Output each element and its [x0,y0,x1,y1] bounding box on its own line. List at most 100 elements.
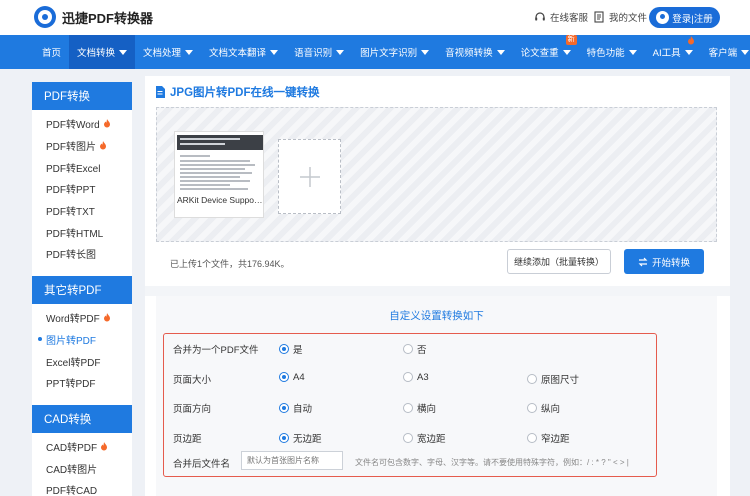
radio-option[interactable]: A4 [279,372,305,383]
nav-item-6[interactable]: 音视频转换 [437,35,513,69]
radio-button[interactable] [279,403,289,413]
radio-label: A4 [293,371,305,383]
sidebar-item[interactable]: PDF转Word [32,113,132,135]
sidebar-item-label: PDF转PPT [46,185,96,197]
fire-icon [101,441,108,451]
user-avatar-icon [656,11,670,24]
sidebar-item[interactable]: 图片转PDF [32,329,132,351]
main-panel: JPG图片转PDF在线一键转换 ARKit Device Supporting.… [145,76,730,496]
settings-row-label: 合并为一个PDF文件 [173,345,259,356]
radio-button[interactable] [403,432,413,443]
continue-add-button[interactable]: 继续添加（批量转换） [507,249,611,274]
sidebar-item[interactable]: PDF转PPT [32,178,132,200]
filename-input[interactable] [241,451,343,470]
nav-item-5[interactable]: 图片文字识别 [352,35,437,69]
nav-item-1[interactable]: 文档转换 [69,35,136,69]
nav-item-2[interactable]: 文档处理 [135,35,201,69]
radio-label: 无边距 [293,433,322,445]
page-title: JPG图片转PDF在线一键转换 [155,84,320,100]
sidebar-item-label: PPT转PDF [46,379,96,391]
sidebar-section-title: 其它转PDF [32,275,132,304]
radio-option[interactable]: 宽边距 [403,431,446,445]
nav-item-3[interactable]: 文档文本翻译 [201,35,286,69]
nav-item-8[interactable]: 特色功能 [579,35,645,69]
sidebar-item[interactable]: PDF转HTML [32,221,132,243]
nav-item-label: 音视频转换 [445,48,493,59]
radio-option[interactable]: 纵向 [527,401,560,415]
start-convert-button[interactable]: 开始转换 [624,249,704,274]
radio-label: 横向 [417,404,437,415]
settings-row-label: 页面大小 [173,374,212,386]
sidebar-item[interactable]: PDF转Excel [32,156,132,178]
radio-option[interactable]: 窄边距 [527,431,570,445]
radio-option[interactable]: 原图尺寸 [527,372,579,386]
nav-item-label: 文档转换 [77,48,116,59]
upload-dropzone[interactable]: ARKit Device Supporting... [156,107,717,242]
chevron-down-icon [496,49,505,55]
radio-button[interactable] [279,432,289,443]
logo[interactable]: 迅捷PDF转换器 [34,6,153,28]
sidebar-section-title: CAD转换 [32,404,132,433]
radio-button[interactable] [403,344,413,354]
radio-button[interactable] [527,432,537,443]
radio-option[interactable]: 自动 [279,401,312,415]
radio-button[interactable] [403,372,413,382]
radio-label: 原图尺寸 [541,374,580,386]
my-files-link[interactable]: 我的文件 [593,10,647,24]
settings-form: 页边距 无边距 宽边距 窄边距 页面方向 自动 横向 纵向 页面大小 A4 A3… [163,333,657,477]
sidebar-item[interactable]: PPT转PDF [32,372,132,394]
online-support-label: 在线客服 [550,13,589,24]
sidebar-item-label: CAD转PDF [46,442,98,454]
sidebar-item[interactable]: PDF转图片 [32,135,132,157]
sidebar-item[interactable]: Excel转PDF [32,350,132,372]
radio-option[interactable]: A3 [403,372,429,383]
sidebar-item[interactable]: CAD转图片 [32,457,132,479]
sidebar-item[interactable]: CAD转PDF [32,436,132,458]
nav-item-label: 特色功能 [586,48,625,59]
sidebar-item-label: PDF转HTML [46,228,104,240]
radio-button[interactable] [279,344,289,354]
sidebar-item[interactable]: PDF转TXT [32,200,132,222]
radio-label: 自动 [293,404,313,415]
radio-label: 是 [293,345,303,356]
nav-item-9[interactable]: AI工具 [645,35,701,69]
add-file-button[interactable] [278,139,341,214]
plus-icon [299,166,320,187]
chevron-down-icon [185,49,194,55]
upload-status: 已上传1个文件，共176.94K。 [170,259,290,269]
radio-option[interactable]: 否 [403,342,427,356]
sidebar-item[interactable]: Word转PDF [32,307,132,329]
settings-row: 合并为一个PDF文件 是 否 [164,334,658,363]
radio-option[interactable]: 横向 [403,401,436,415]
filename-row: 合并后文件名 文件名可包含数字、字母、汉字等。请不要使用特殊字符，例如：/ : … [164,448,658,477]
nav-item-7[interactable]: 论文查重新 [513,35,579,69]
radio-label: A3 [417,371,429,383]
file-caption: ARKit Device Supporting... [177,195,265,205]
top-header: 迅捷PDF转换器 在线客服 我的文件 登录|注册 [0,0,750,35]
online-support-link[interactable]: 在线客服 [534,10,588,24]
radio-button[interactable] [527,373,537,384]
radio-button[interactable] [279,372,289,382]
settings-panel: 自定义设置转换如下 页边距 无边距 宽边距 窄边距 页面方向 自动 横向 纵向 … [156,296,717,496]
nav-item-label: 文档处理 [143,48,182,59]
sidebar-item[interactable]: PDF转长图 [32,243,132,265]
nav-item-4[interactable]: 语音识别 [286,35,352,69]
sidebar-item-label: PDF转Excel [46,163,101,175]
document-icon [594,11,604,23]
settings-row: 页面大小 A4 A3 原图尺寸 [164,364,658,393]
radio-option[interactable]: 是 [279,342,303,356]
sidebar-item[interactable]: PDF转CAD [32,479,132,496]
chevron-down-icon [628,49,637,55]
login-register-button[interactable]: 登录|注册 [649,7,720,28]
radio-option[interactable]: 无边距 [279,431,322,445]
nav-item-0[interactable]: 首页 [34,35,69,69]
fire-icon [100,141,106,150]
radio-button[interactable] [403,403,413,413]
logo-icon [34,6,56,28]
new-badge: 新 [565,35,577,45]
file-thumbnail[interactable]: ARKit Device Supporting... [174,131,265,218]
radio-label: 窄边距 [541,433,570,445]
radio-button[interactable] [527,403,537,413]
nav-item-10[interactable]: 客户端 [701,35,750,69]
page-title-text: JPG图片转PDF在线一键转换 [170,87,320,99]
